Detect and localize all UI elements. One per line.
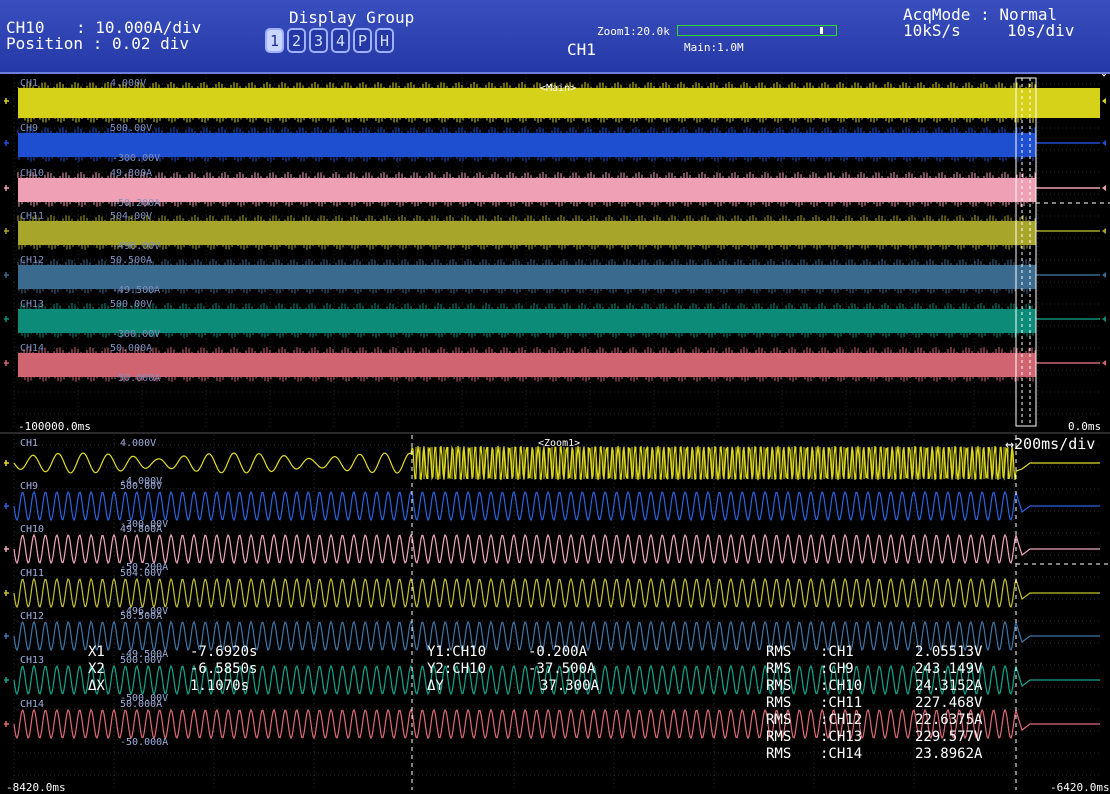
main-window-tag: <Main> (540, 83, 576, 94)
zoom-channel-top-scale: 49.800A (120, 524, 162, 535)
ground-marker-icon (4, 633, 9, 639)
zoom-window-tag: <Zoom1> (538, 438, 580, 449)
main-channel-bottom-scale: -496.00V (112, 241, 160, 252)
zoom-trace-ch11 (13, 577, 1100, 609)
zoom-channel-name: CH13 (20, 655, 44, 666)
main-ratio-label: Main:1.0M (684, 41, 744, 54)
zoom-channel-top-scale: 50.500A (120, 611, 162, 622)
display-group-button-4[interactable]: 4 (331, 28, 350, 53)
zoom-trace-ch14 (13, 708, 1100, 740)
main-channel-bottom-scale: -50.000A (112, 373, 160, 384)
display-group-button-1[interactable]: 1 (265, 28, 284, 53)
main-trace-ch1-tail (1036, 88, 1100, 118)
ground-marker-icon (4, 546, 9, 552)
main-channel-name: CH14 (20, 343, 44, 354)
ground-marker-icon (4, 677, 9, 683)
main-trace-band (18, 353, 1036, 377)
main-trace-band (18, 265, 1036, 289)
position-label: Position : 0.02 div (6, 34, 190, 53)
display-group-buttons: 1 2 3 4 P H (265, 28, 394, 53)
zoom-channel-name: CH11 (20, 568, 44, 579)
main-channel-name: CH1 (20, 78, 38, 89)
zoom-channel-name: CH12 (20, 611, 44, 622)
zoom-trace-ch9 (13, 490, 1100, 522)
main-channel-top-scale: 504.00V (110, 211, 152, 222)
ground-marker-icon (4, 460, 9, 466)
display-group-button-p[interactable]: P (353, 28, 372, 53)
sample-rate-label: 10kS/s (903, 21, 961, 40)
main-right-time: 0.0ms (1068, 420, 1101, 433)
display-group-title: Display Group (289, 8, 415, 27)
main-channel-name: CH13 (20, 299, 44, 310)
zoom-channel-top-scale: 504.00V (120, 568, 162, 579)
zoom-channel-name: CH9 (20, 481, 38, 492)
zoom-trace-ch10 (13, 533, 1100, 565)
zoom-trace-ch13 (13, 664, 1100, 696)
zoom-right-time: -6420.0ms (1050, 781, 1110, 794)
zoom-channel-top-scale: 50.000A (120, 699, 162, 710)
main-trace-band (18, 178, 1036, 202)
display-group-button-h[interactable]: H (375, 28, 394, 53)
main-channel-name: CH11 (20, 211, 44, 222)
main-channel-name: CH12 (20, 255, 44, 266)
zoom-channel-name: CH14 (20, 699, 44, 710)
zoom-trace-ch12 (13, 620, 1100, 652)
zoom-channel-bottom-scale: -50.000A (120, 737, 168, 748)
main-channel-top-scale: 4.000V (110, 78, 146, 89)
main-trace-band (18, 133, 1036, 157)
zoom-channel-name: CH1 (20, 438, 38, 449)
main-trace-band (18, 88, 1036, 118)
display-group-button-2[interactable]: 2 (287, 28, 306, 53)
main-channel-bottom-scale: -50.200A (112, 198, 160, 209)
main-channel-name: CH9 (20, 123, 38, 134)
main-channel-bottom-scale: -300.00V (112, 329, 160, 340)
main-channel-top-scale: 500.00V (110, 123, 152, 134)
zoom-channel-top-scale: 500.00V (120, 655, 162, 666)
status-header: CH10 : 10.000A/div Position : 0.02 div D… (0, 0, 1110, 74)
zoom-left-time: -8420.0ms (6, 781, 66, 794)
main-channel-top-scale: 49.800A (110, 168, 152, 179)
zoom-position-marker[interactable] (820, 27, 823, 34)
main-channel-top-scale: 50.500A (110, 255, 152, 266)
main-trace-band (18, 309, 1036, 333)
ground-marker-icon (4, 503, 9, 509)
center-channel-label: CH1 (567, 40, 596, 59)
zoom-position-bar[interactable] (677, 25, 837, 36)
main-channel-name: CH10 (20, 168, 44, 179)
main-channel-bottom-scale: -49.500A (112, 285, 160, 296)
ground-marker-icon (4, 721, 9, 727)
zoom-channel-top-scale: 4.000V (120, 438, 156, 449)
main-left-time: -100000.0ms (18, 420, 91, 433)
main-channel-top-scale: 500.00V (110, 299, 152, 310)
time-div-label: 10s/div (1007, 21, 1075, 40)
main-trace-band (18, 221, 1036, 245)
main-channel-top-scale: 50.000A (110, 343, 152, 354)
main-channel-bottom-scale: -300.00V (112, 153, 160, 164)
zoom-channel-top-scale: 500.00V (120, 481, 162, 492)
zoom-ratio-label: Zoom1:20.0k (597, 25, 670, 38)
waveform-display[interactable]: CH1 4.000V CH9 500.00V -300.00V CH10 49.800A -5… (0, 74, 1110, 794)
ground-marker-icon (4, 590, 9, 596)
zoom-channel-name: CH10 (20, 524, 44, 535)
zoom-trace-ch1 (13, 445, 1100, 481)
zoom-time-div: ↔200ms/div (1005, 435, 1095, 453)
display-group-button-3[interactable]: 3 (309, 28, 328, 53)
